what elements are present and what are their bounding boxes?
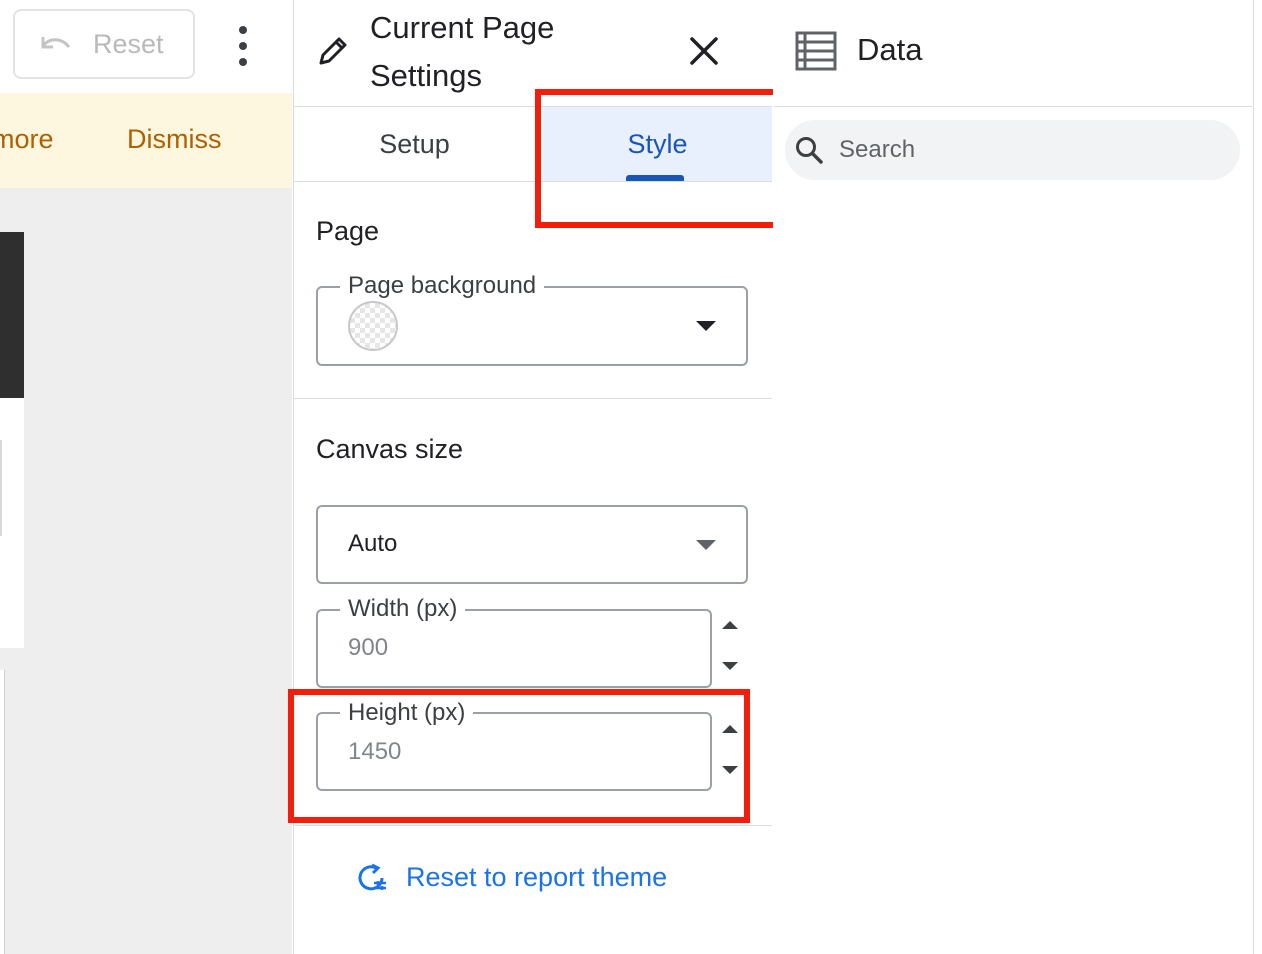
search-input[interactable]: [837, 135, 1201, 165]
width-label: Width (px): [340, 595, 466, 623]
width-value: 900: [348, 634, 389, 661]
dismiss-button[interactable]: Dismiss: [127, 124, 222, 155]
bottom-divider: [294, 825, 772, 826]
canvas-divider: [0, 440, 2, 536]
pencil-icon: [319, 37, 347, 65]
learn-more-link[interactable]: more: [0, 124, 54, 155]
panel-title: Current Page Settings: [370, 4, 670, 100]
chevron-down-icon[interactable]: [696, 321, 716, 331]
style-tab-highlight-box: [535, 89, 790, 228]
page-background-label: Page background: [340, 272, 545, 300]
data-panel-title: Data: [857, 32, 923, 67]
data-table-icon: [795, 31, 837, 71]
reset-label: Reset: [93, 28, 164, 59]
height-field-highlight-box: [288, 689, 750, 823]
canvas-size-value: Auto: [348, 530, 398, 557]
chevron-down-icon[interactable]: [696, 540, 716, 550]
search-icon: [796, 137, 823, 164]
width-decrement-icon[interactable]: [722, 662, 738, 670]
reset-theme-icon: [358, 863, 386, 890]
reset-to-theme-button[interactable]: Reset to report theme: [356, 862, 667, 893]
canvas-page-edge: [0, 670, 5, 954]
close-icon[interactable]: [686, 33, 722, 69]
canvas-header-block: [0, 232, 24, 398]
report-canvas-area: [0, 188, 292, 954]
data-header-divider: [774, 106, 1252, 107]
panel-title-line1: Current Page: [370, 10, 555, 45]
tab-setup-label: Setup: [379, 128, 450, 159]
canvas-page-block: [0, 398, 24, 648]
undo-icon: [41, 37, 71, 49]
page-section-heading: Page: [316, 216, 380, 246]
transparent-color-swatch[interactable]: [348, 301, 398, 351]
tab-setup[interactable]: Setup: [294, 107, 535, 181]
reset-button[interactable]: Reset: [13, 9, 195, 79]
canvas-size-heading: Canvas size: [316, 434, 464, 464]
width-increment-icon[interactable]: [722, 621, 738, 629]
more-options-icon[interactable]: [230, 26, 256, 66]
section-divider: [294, 398, 772, 399]
data-search-box[interactable]: [785, 120, 1240, 180]
reset-theme-label: Reset to report theme: [406, 862, 668, 892]
